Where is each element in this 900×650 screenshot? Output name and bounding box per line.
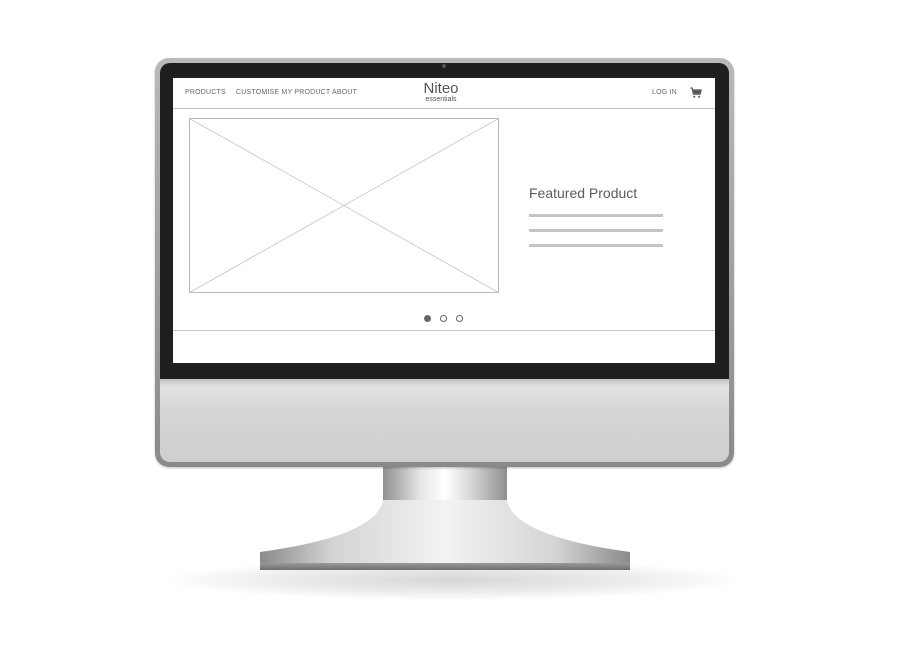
description-placeholder-line xyxy=(529,244,663,247)
scene: PRODUCTS CUSTOMISE MY PRODUCT ABOUT Nite… xyxy=(0,0,900,650)
brand-logo[interactable]: Niteo essentials xyxy=(413,81,469,104)
carousel-dot[interactable] xyxy=(456,315,463,322)
website-screen: PRODUCTS CUSTOMISE MY PRODUCT ABOUT Nite… xyxy=(173,78,715,363)
shopping-cart-icon[interactable] xyxy=(690,87,702,99)
featured-product-title: Featured Product xyxy=(529,185,638,201)
description-placeholder-line xyxy=(529,214,663,217)
monitor-stand-foot xyxy=(260,500,630,570)
nav-customise-link[interactable]: CUSTOMISE MY PRODUCT xyxy=(236,89,330,96)
description-placeholder-line xyxy=(529,229,663,232)
top-navigation: PRODUCTS CUSTOMISE MY PRODUCT ABOUT Nite… xyxy=(173,78,715,109)
carousel-dot-active[interactable] xyxy=(424,315,431,322)
nav-products-link[interactable]: PRODUCTS xyxy=(185,89,226,96)
monitor-chin-shadow xyxy=(160,379,729,387)
section-divider xyxy=(173,330,715,331)
login-link[interactable]: LOG IN xyxy=(652,89,677,96)
brand-name: Niteo xyxy=(423,80,459,97)
monitor-chin xyxy=(160,379,729,462)
camera-icon xyxy=(442,64,446,68)
hero-image-placeholder[interactable] xyxy=(189,118,499,293)
brand-tagline: essentials xyxy=(425,96,457,103)
carousel-dot[interactable] xyxy=(440,315,447,322)
nav-about-link[interactable]: ABOUT xyxy=(332,89,357,96)
